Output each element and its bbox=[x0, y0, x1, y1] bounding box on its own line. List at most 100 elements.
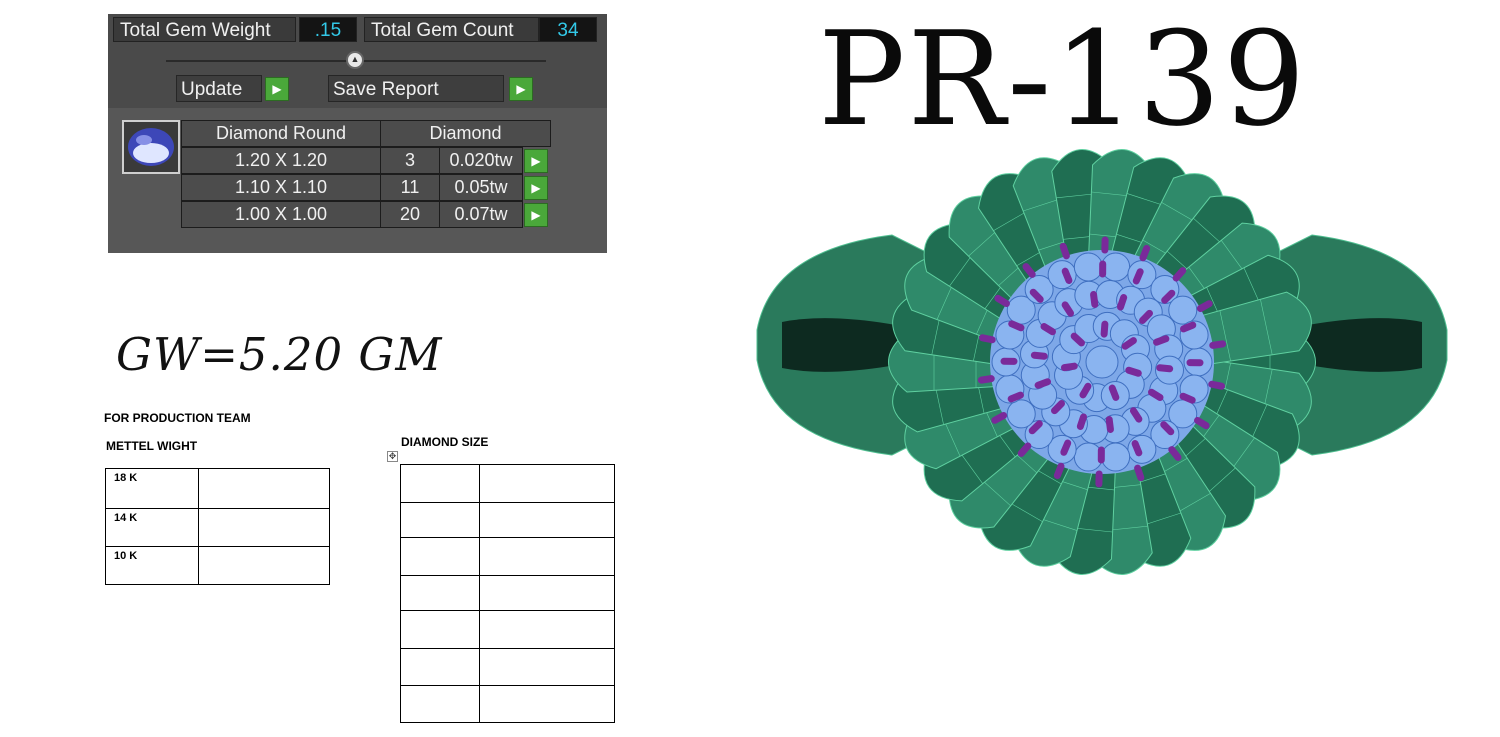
prong bbox=[1209, 340, 1227, 349]
slider-handle[interactable]: ▲ bbox=[346, 51, 364, 69]
diamond-cell[interactable] bbox=[400, 685, 480, 723]
round-gem bbox=[1085, 345, 1119, 379]
diamond-cell[interactable] bbox=[400, 575, 480, 611]
production-team-label: FOR PRODUCTION TEAM bbox=[104, 411, 251, 425]
gem-report-panel: Total Gem Weight .15 Total Gem Count 34 … bbox=[108, 14, 607, 253]
prong bbox=[1030, 351, 1048, 360]
prong bbox=[1194, 416, 1210, 430]
prong bbox=[1161, 289, 1176, 304]
diamond-cell[interactable] bbox=[479, 648, 615, 686]
prong bbox=[1121, 337, 1137, 350]
table-move-handle-icon[interactable]: ✥ bbox=[387, 451, 398, 462]
row-1-weight: 0.020tw bbox=[439, 147, 523, 174]
metal-weight-table: 18 K 14 K 10 K bbox=[105, 468, 330, 585]
prong bbox=[1034, 378, 1051, 389]
prong bbox=[1051, 400, 1065, 415]
prong bbox=[1172, 267, 1187, 282]
diamond-cell[interactable] bbox=[479, 502, 615, 538]
prong bbox=[1029, 288, 1044, 303]
prong bbox=[1116, 294, 1128, 311]
row-1-count: 3 bbox=[380, 147, 440, 174]
prong bbox=[1008, 320, 1025, 332]
prong bbox=[1090, 291, 1099, 308]
metal-14k-label: 14 K bbox=[105, 508, 199, 547]
prong bbox=[1208, 380, 1226, 390]
total-gem-count-value: 34 bbox=[539, 17, 597, 42]
metal-18k-label: 18 K bbox=[105, 468, 199, 509]
total-gem-weight-value: .15 bbox=[299, 17, 357, 42]
update-button[interactable]: Update bbox=[176, 75, 262, 102]
row-3-size: 1.00 X 1.00 bbox=[181, 201, 381, 228]
prong bbox=[1196, 300, 1213, 312]
row-1-play-icon[interactable]: ▶ bbox=[524, 149, 548, 173]
diamond-cell[interactable] bbox=[400, 464, 480, 503]
metal-weight-label: METTEL WIGHT bbox=[106, 439, 198, 453]
center-gem-cluster bbox=[990, 250, 1214, 474]
prong bbox=[1147, 388, 1164, 401]
total-gem-weight-label: Total Gem Weight bbox=[113, 17, 296, 42]
prong bbox=[1060, 362, 1078, 372]
round-gem bbox=[1073, 252, 1103, 282]
gross-weight-text: GW=5.20 GM bbox=[116, 328, 443, 381]
prong bbox=[1153, 335, 1170, 346]
round-gem bbox=[1047, 260, 1077, 290]
metal-14k-value-cell[interactable] bbox=[198, 508, 330, 547]
prong bbox=[1180, 321, 1197, 333]
prong bbox=[978, 334, 996, 344]
prong bbox=[1022, 263, 1036, 278]
prong bbox=[1017, 442, 1032, 457]
save-report-button[interactable]: Save Report bbox=[328, 75, 504, 102]
round-diamond-icon bbox=[122, 120, 180, 174]
round-gem bbox=[1006, 399, 1036, 429]
diamond-cell[interactable] bbox=[479, 537, 615, 576]
row-2-count: 11 bbox=[380, 174, 440, 201]
product-code-title: PR-139 bbox=[818, 3, 1308, 155]
prong bbox=[1132, 268, 1144, 285]
prong bbox=[1125, 366, 1142, 377]
prong bbox=[1168, 446, 1182, 461]
prong bbox=[1061, 301, 1075, 317]
prong bbox=[1060, 439, 1072, 456]
prong bbox=[1134, 464, 1145, 482]
diamond-cell[interactable] bbox=[479, 464, 615, 503]
row-2-weight: 0.05tw bbox=[439, 174, 523, 201]
prong bbox=[1079, 382, 1092, 399]
ring-3d-render bbox=[756, 149, 1448, 575]
prong bbox=[977, 375, 995, 384]
prong bbox=[1053, 462, 1065, 480]
diamond-cell[interactable] bbox=[400, 648, 480, 686]
prong bbox=[991, 412, 1008, 424]
prong bbox=[1131, 440, 1143, 457]
diamond-cell[interactable] bbox=[479, 575, 615, 611]
diamond-size-label: DIAMOND SIZE bbox=[401, 435, 489, 449]
prong bbox=[1139, 244, 1151, 262]
total-gem-count-label: Total Gem Count bbox=[364, 17, 539, 42]
diamond-cell[interactable] bbox=[479, 610, 615, 649]
prong bbox=[1129, 407, 1143, 423]
save-report-play-icon[interactable]: ▶ bbox=[509, 77, 533, 101]
row-3-play-icon[interactable]: ▶ bbox=[524, 203, 548, 227]
row-1-size: 1.20 X 1.20 bbox=[181, 147, 381, 174]
prong bbox=[1028, 420, 1043, 435]
metal-18k-value-cell[interactable] bbox=[198, 468, 330, 509]
diamond-cell[interactable] bbox=[479, 685, 615, 723]
metal-10k-value-cell[interactable] bbox=[198, 546, 330, 585]
round-gem bbox=[1168, 295, 1198, 325]
row-2-size: 1.10 X 1.10 bbox=[181, 174, 381, 201]
prong bbox=[1160, 421, 1175, 436]
diamond-cell[interactable] bbox=[400, 537, 480, 576]
prong bbox=[1105, 416, 1114, 433]
prong bbox=[1100, 320, 1109, 338]
row-3-count: 20 bbox=[380, 201, 440, 228]
diamond-cell[interactable] bbox=[400, 610, 480, 649]
row-3-weight: 0.07tw bbox=[439, 201, 523, 228]
table-header-shape: Diamond Round bbox=[181, 120, 381, 147]
update-play-icon[interactable]: ▶ bbox=[265, 77, 289, 101]
metal-10k-label: 10 K bbox=[105, 546, 199, 585]
round-gem bbox=[1127, 434, 1157, 464]
prong bbox=[1061, 267, 1073, 284]
prong bbox=[994, 294, 1010, 308]
row-2-play-icon[interactable]: ▶ bbox=[524, 176, 548, 200]
table-header-type: Diamond bbox=[380, 120, 551, 147]
diamond-cell[interactable] bbox=[400, 502, 480, 538]
